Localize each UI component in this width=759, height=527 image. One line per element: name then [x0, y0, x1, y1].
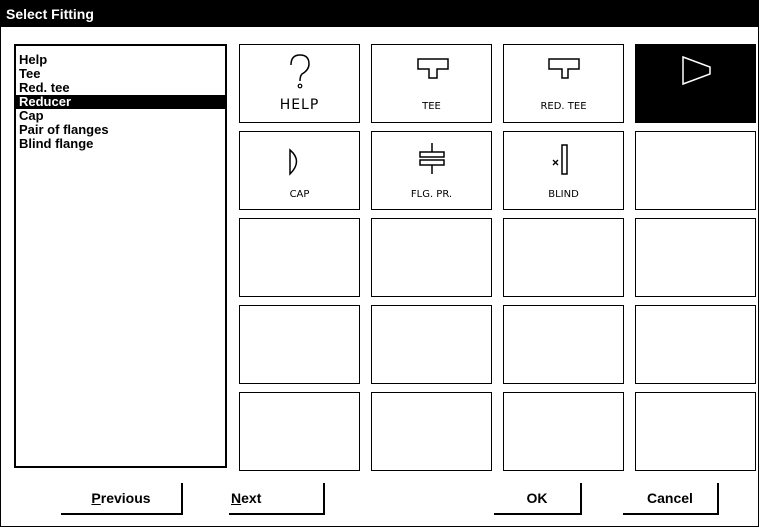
tile-empty[interactable]: [371, 218, 492, 297]
tile-red-tee-label: RED. TEE: [540, 101, 587, 112]
tile-help[interactable]: HELP: [239, 44, 360, 123]
tile-empty[interactable]: [239, 305, 360, 384]
next-label: ext: [241, 490, 262, 506]
tile-reducer[interactable]: [635, 44, 756, 123]
tile-tee[interactable]: TEE: [371, 44, 492, 123]
tile-help-label: HELP: [279, 97, 320, 113]
tile-empty[interactable]: [371, 305, 492, 384]
next-mnemonic: N: [231, 490, 242, 506]
tile-cap[interactable]: CAP: [239, 131, 360, 210]
tile-empty[interactable]: [503, 305, 624, 384]
select-fitting-dialog: Select Fitting Help Tee Red. tee Reducer…: [0, 0, 759, 527]
reducing-tee-icon: [548, 58, 580, 79]
list-item-tee[interactable]: Tee: [16, 67, 225, 81]
tile-empty[interactable]: [635, 392, 756, 471]
fitting-listbox[interactable]: Help Tee Red. tee Reducer Cap Pair of fl…: [14, 44, 227, 468]
list-item-reducer[interactable]: Reducer: [16, 95, 225, 109]
list-item-blind-flange[interactable]: Blind flange: [16, 137, 225, 151]
tile-blind-label: BLIND: [548, 189, 579, 200]
tile-empty[interactable]: [371, 392, 492, 471]
tile-empty[interactable]: [635, 218, 756, 297]
list-item-red-tee[interactable]: Red. tee: [16, 81, 225, 95]
tile-empty[interactable]: [239, 218, 360, 297]
tile-flange-pair-label: FLG. PR.: [410, 189, 453, 200]
ok-button[interactable]: OK: [494, 483, 582, 515]
cancel-button[interactable]: Cancel: [623, 483, 719, 515]
tile-empty[interactable]: [635, 305, 756, 384]
list-item-help[interactable]: Help: [16, 53, 225, 67]
reducer-icon: [682, 55, 711, 86]
tile-empty[interactable]: [635, 131, 756, 210]
tile-red-tee[interactable]: RED. TEE: [503, 44, 624, 123]
tile-empty[interactable]: [239, 392, 360, 471]
tile-blind[interactable]: BLIND: [503, 131, 624, 210]
next-button[interactable]: Next: [229, 483, 325, 515]
dialog-title: Select Fitting: [1, 1, 758, 27]
previous-mnemonic: P: [91, 490, 101, 506]
tile-empty[interactable]: [503, 218, 624, 297]
tile-tee-label: TEE: [422, 101, 441, 112]
tile-flange-pair[interactable]: FLG. PR.: [371, 131, 492, 210]
list-item-cap[interactable]: Cap: [16, 109, 225, 123]
list-item-pair-of-flanges[interactable]: Pair of flanges: [16, 123, 225, 137]
tile-empty[interactable]: [503, 392, 624, 471]
previous-label: revious: [100, 490, 151, 506]
tile-cap-label: CAP: [289, 189, 310, 200]
previous-button[interactable]: Previous: [61, 483, 183, 515]
tee-icon: [417, 58, 449, 79]
